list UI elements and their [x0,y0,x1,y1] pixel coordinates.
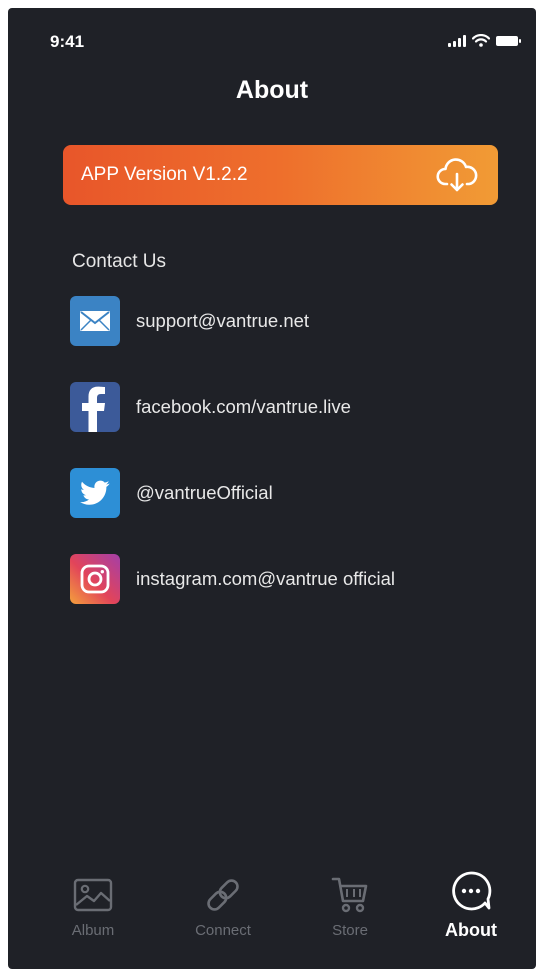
contact-item-facebook[interactable]: facebook.com/vantrue.live [70,382,510,432]
twitter-icon [70,468,120,518]
signal-icon [448,34,466,47]
tab-store[interactable]: Store [300,872,400,939]
contact-label-email[interactable]: support@vantrue.net [136,310,309,332]
instagram-icon [70,554,120,604]
cart-icon [327,872,373,918]
page-title: About [235,76,309,104]
tab-label-store: Store [332,922,368,939]
tab-connect[interactable]: Connect [173,872,273,939]
cloud-download-icon[interactable] [436,157,478,193]
mail-icon [70,296,120,346]
image-icon [70,872,116,918]
facebook-icon [70,382,120,432]
tab-bar: Album Connect Store About [8,858,536,969]
tab-label-connect: Connect [195,922,251,939]
version-update-banner[interactable]: APP Version V1.2.2 [63,145,498,205]
status-bar: 9:41 [8,8,536,78]
tab-album[interactable]: Album [43,872,143,939]
link-icon [200,872,246,918]
contact-label-instagram[interactable]: instagram.com@vantrue official [136,568,395,590]
tab-label-album: Album [71,922,115,939]
battery-icon [496,35,521,46]
wifi-icon [472,34,490,47]
contact-item-twitter[interactable]: @vantrueOfficial [70,468,510,518]
tab-about[interactable]: About [421,868,521,941]
contact-item-email[interactable]: support@vantrue.net [70,296,510,346]
status-time: 9:41 [50,32,85,51]
contact-item-instagram[interactable]: instagram.com@vantrue official [70,554,510,604]
status-icons [448,34,521,47]
version-label: APP Version V1.2.2 [81,164,248,185]
contact-label-twitter[interactable]: @vantrueOfficial [136,482,273,504]
contact-heading: Contact Us [72,251,166,272]
contact-label-facebook[interactable]: facebook.com/vantrue.live [136,396,351,418]
contact-list: support@vantrue.net facebook.com/vantrue… [70,296,510,640]
app-screen: 9:41 About APP Version V1.2.2 Contact Us [8,8,536,969]
tab-label-about: About [445,920,497,940]
chat-bubble-icon [448,868,494,914]
